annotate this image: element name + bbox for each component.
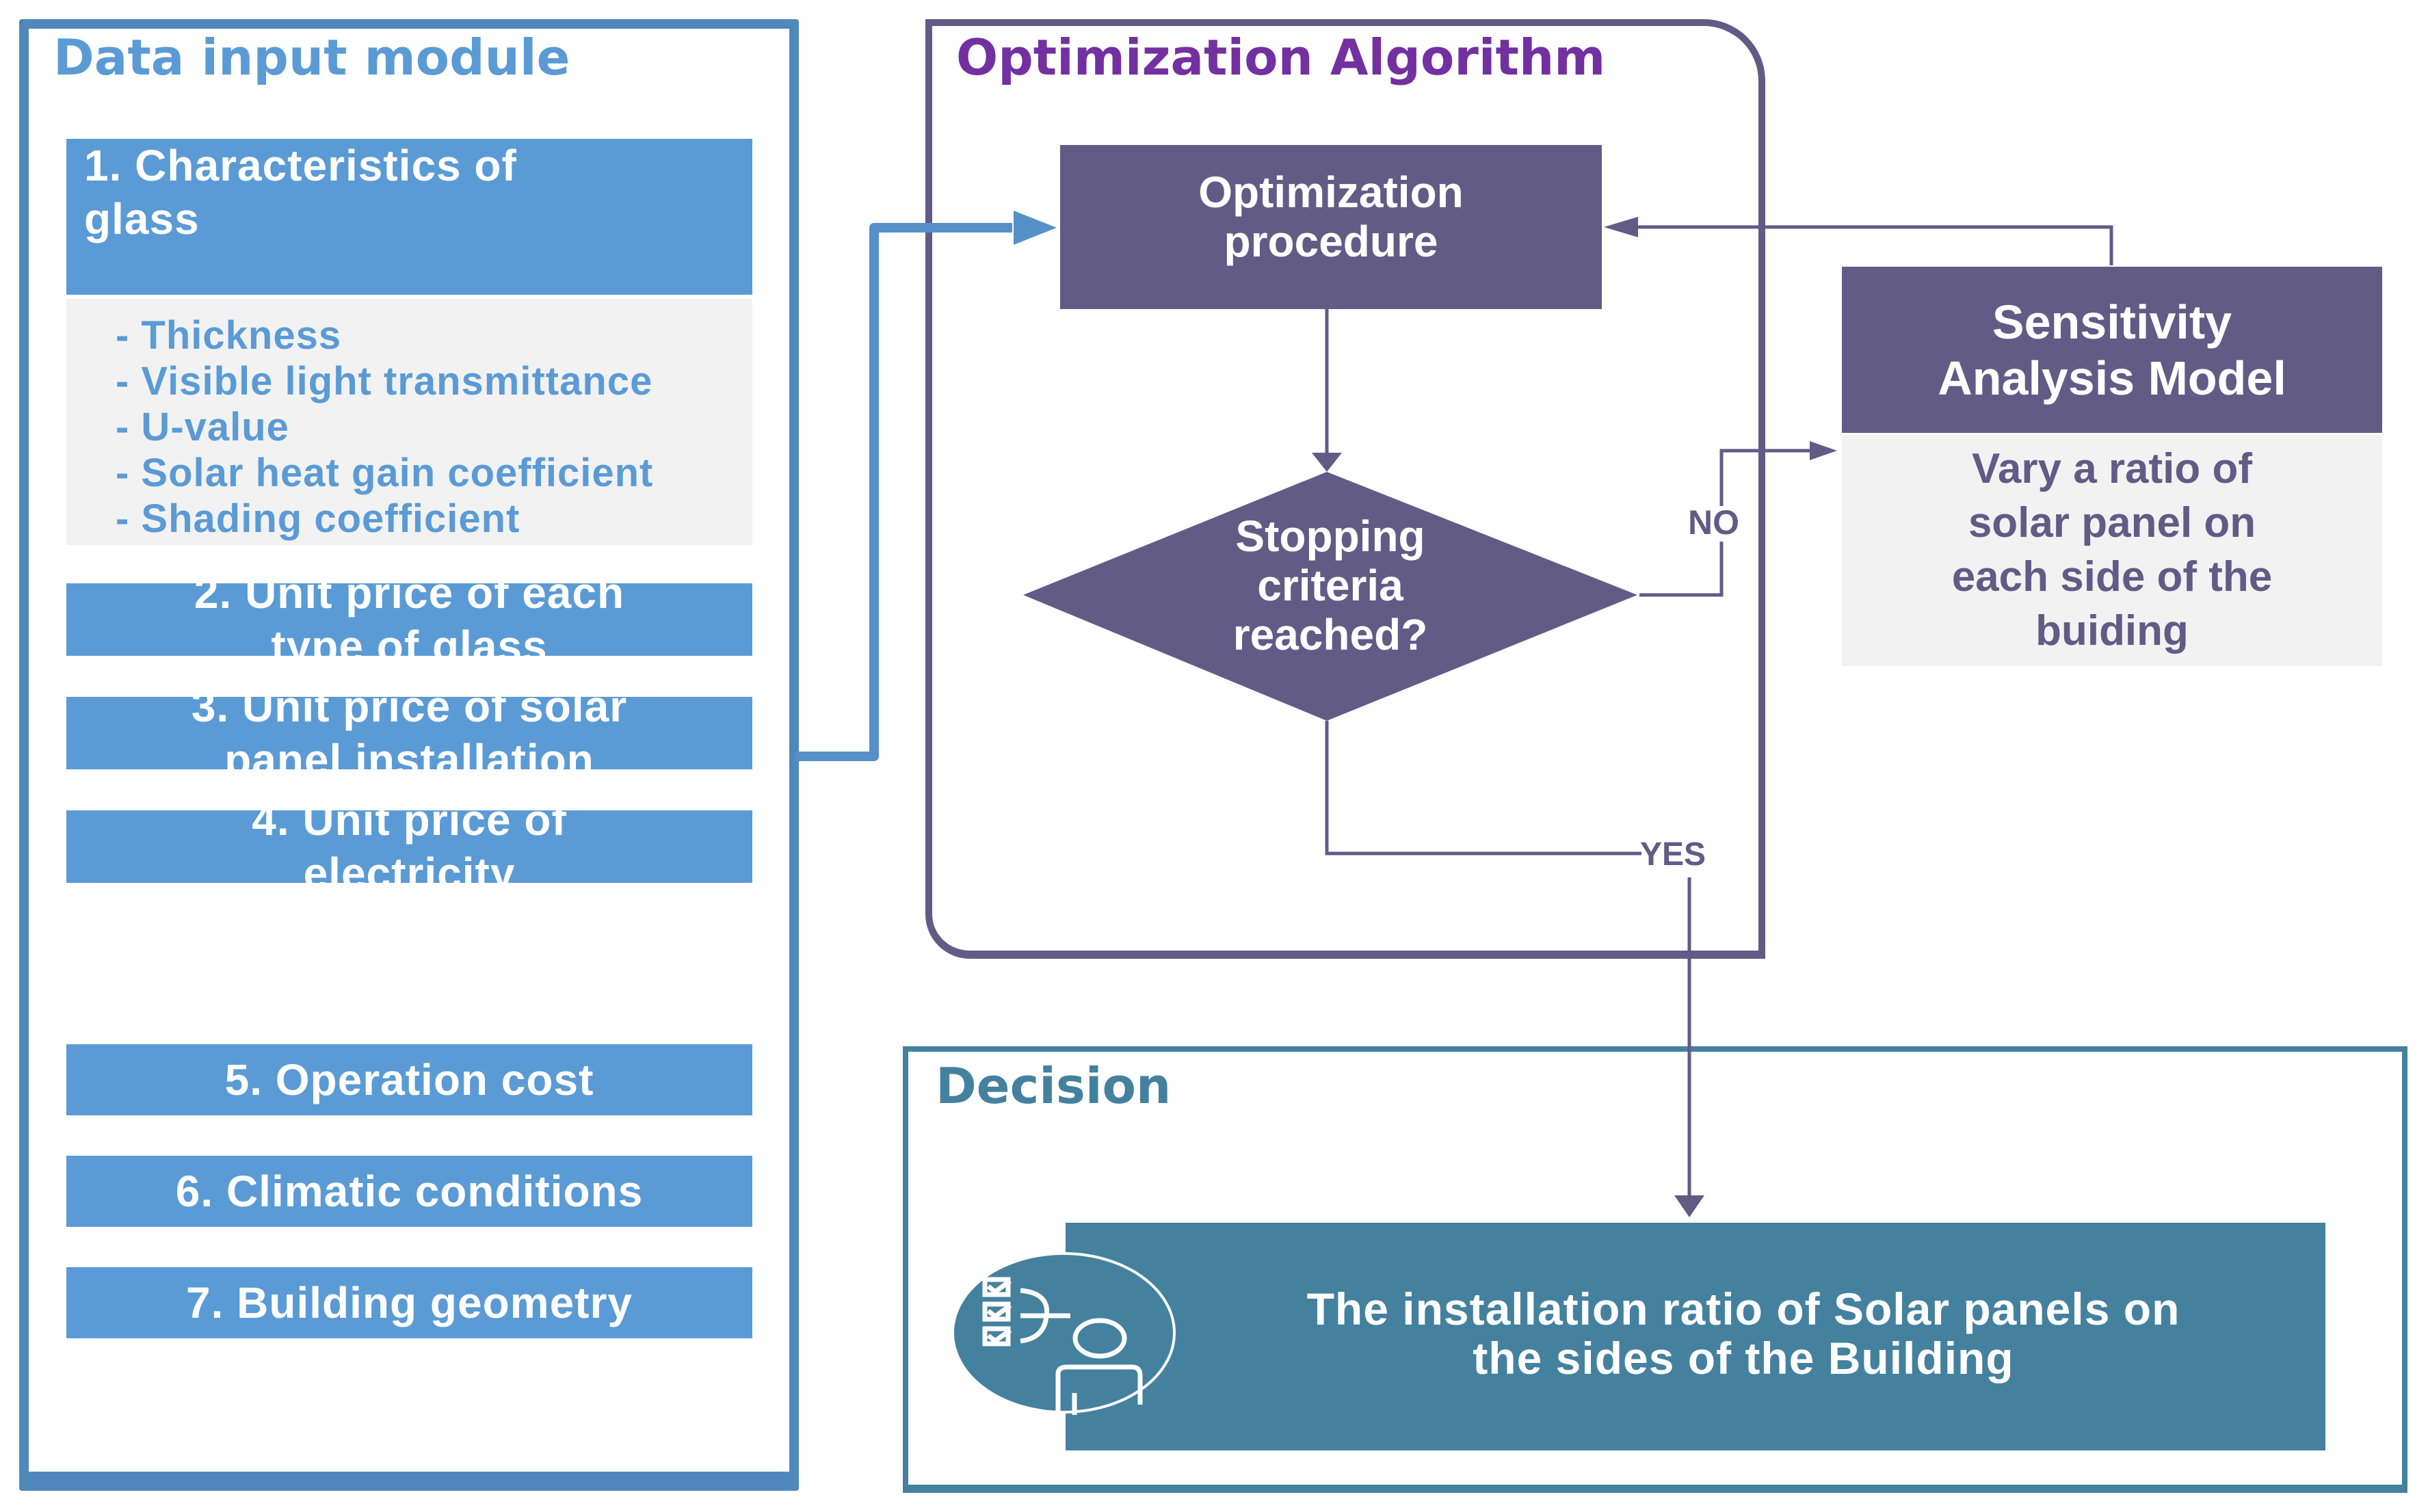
description-line: Vary a ratio of — [1971, 445, 2253, 492]
description-line: each side of the — [1951, 553, 2273, 600]
list-item: - Shading coefficient — [116, 496, 520, 541]
no-label: NO — [1688, 503, 1739, 542]
yes-branch-connector — [1325, 721, 1641, 856]
decision-module-title: Decision — [936, 1057, 1172, 1115]
list-item: - U-value — [116, 405, 289, 449]
input-item-label: glass — [84, 194, 200, 243]
decision-line: criteria — [1257, 561, 1403, 610]
no-arrowhead-icon — [1810, 441, 1837, 460]
no-branch-connector-upper — [1719, 449, 1812, 506]
feedback-arrowhead-icon — [1604, 217, 1638, 237]
down-arrowhead-icon — [1312, 453, 1342, 472]
input-item-building-geometry: 7. Building geometry — [66, 1267, 752, 1338]
decision-line: reached? — [1232, 610, 1428, 659]
list-item: - Visible light transmittance — [116, 359, 653, 403]
yes-arrowhead-icon — [1674, 1195, 1704, 1217]
input-item-label: 1. Characteristics of — [84, 141, 517, 190]
input-item-climatic-conditions: 6. Climatic conditions — [66, 1156, 752, 1227]
list-item: - Solar heat gain coefficient — [116, 451, 654, 495]
input-arrowhead-icon — [1014, 211, 1057, 245]
data-input-module-title: Data input module — [53, 29, 570, 86]
optimization-procedure-box: Optimization procedure — [1060, 145, 1602, 309]
input-item-operation-cost: 5. Operation cost — [66, 1044, 752, 1115]
input-item-glass-characteristics: 1. Characteristics of glass — [66, 139, 752, 295]
decision-result-line: the sides of the Building — [1473, 1332, 2014, 1383]
sensitivity-analysis-description: Vary a ratio of solar panel on each side… — [1842, 435, 2382, 666]
sensitivity-analysis-header: Sensitivity Analysis Model — [1842, 267, 2382, 433]
stopping-criteria-label: Stopping criteria reached? — [1149, 512, 1512, 659]
decision-result-line: The installation ratio of Solar panels o… — [1306, 1283, 2180, 1334]
list-item: - Thickness — [116, 313, 342, 358]
sensitivity-title-line: Analysis Model — [1938, 351, 2286, 405]
decision-line: Stopping — [1235, 512, 1425, 561]
decision-result-box: The installation ratio of Solar panels o… — [1066, 1223, 2325, 1450]
no-branch-connector — [1639, 542, 1724, 597]
input-item-glass-price: 2. Unit price of each type of glass — [66, 568, 752, 671]
glass-characteristics-list: - Thickness - Visible light transmittanc… — [66, 299, 752, 545]
decision-maker-checklist-icon — [951, 1252, 1176, 1415]
description-line: buiding — [2035, 607, 2189, 654]
description-line: solar panel on — [1968, 499, 2256, 546]
input-item-electricity-price: 4. Unit price of electricity — [66, 795, 752, 898]
input-item-solar-panel-price: 3. Unit price of solar panel installatio… — [66, 682, 752, 784]
procedure-label: Optimization — [1198, 168, 1464, 217]
optimization-algorithm-title: Optimization Algorithm — [956, 29, 1606, 86]
yes-label: YES — [1640, 836, 1706, 873]
sensitivity-title-line: Sensitivity — [1992, 295, 2232, 349]
input-to-optimization-connector — [795, 223, 1012, 761]
procedure-label: procedure — [1224, 217, 1438, 266]
sensitivity-feedback-connector — [1621, 225, 2113, 265]
